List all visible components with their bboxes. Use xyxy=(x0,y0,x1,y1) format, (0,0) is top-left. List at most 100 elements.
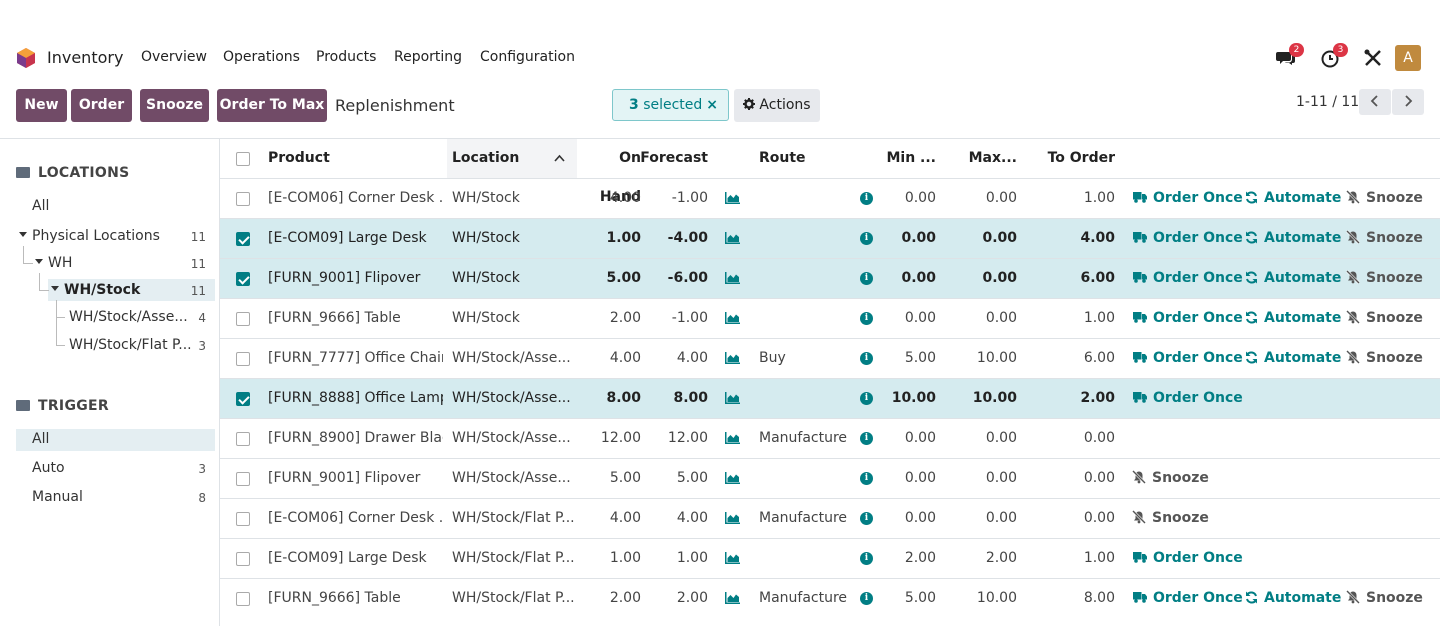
table-row[interactable]: [FURN_9666] Table WH/Stock/Flat P... 2.00 2… xyxy=(220,578,1440,618)
column-max[interactable]: Max... xyxy=(960,139,1017,178)
clear-selection-icon[interactable]: × xyxy=(706,90,718,120)
automate-button[interactable]: Automate xyxy=(1245,299,1341,338)
min-cell[interactable]: 0.00 xyxy=(880,219,936,258)
max-cell[interactable]: 0.00 xyxy=(960,459,1017,498)
table-row[interactable]: [FURN_9666] Table WH/Stock 2.00 -1.00 i 0.00 0… xyxy=(220,298,1440,338)
automate-button[interactable]: Automate xyxy=(1245,219,1341,258)
info-icon[interactable]: i xyxy=(860,512,873,525)
min-cell[interactable]: 0.00 xyxy=(880,179,936,218)
trigger-manual[interactable]: Manual xyxy=(32,489,83,505)
forecast-chart-icon[interactable] xyxy=(725,552,740,564)
order-once-button[interactable]: Order Once xyxy=(1133,179,1243,218)
to-order-cell[interactable]: 6.00 xyxy=(1040,339,1115,378)
pager-value[interactable]: 1-11 / 11 xyxy=(1296,94,1359,110)
info-icon[interactable]: i xyxy=(860,312,873,325)
order-once-button[interactable]: Order Once xyxy=(1133,339,1243,378)
snooze-row-button[interactable]: Snooze xyxy=(1132,459,1209,498)
max-cell[interactable]: 2.00 xyxy=(960,539,1017,578)
to-order-cell[interactable]: 1.00 xyxy=(1040,539,1115,578)
min-cell[interactable]: 2.00 xyxy=(880,539,936,578)
column-product[interactable]: Product xyxy=(268,139,330,178)
product-cell[interactable]: [FURN_9001] Flipover xyxy=(268,259,443,298)
forecast-chart-icon[interactable] xyxy=(725,432,740,444)
column-route[interactable]: Route xyxy=(759,139,806,178)
min-cell[interactable]: 0.00 xyxy=(880,499,936,538)
max-cell[interactable]: 0.00 xyxy=(960,179,1017,218)
location-wh[interactable]: WH xyxy=(48,255,72,271)
to-order-cell[interactable]: 0.00 xyxy=(1040,499,1115,538)
forecast-chart-icon[interactable] xyxy=(725,232,740,244)
product-cell[interactable]: [E-COM09] Large Desk xyxy=(268,539,443,578)
table-row[interactable]: [E-COM09] Large Desk WH/Stock 1.00 -4.00 i 0.… xyxy=(220,218,1440,258)
max-cell[interactable]: 0.00 xyxy=(960,499,1017,538)
max-cell[interactable]: 10.00 xyxy=(960,379,1017,418)
snooze-row-button[interactable]: Snooze xyxy=(1132,499,1209,538)
min-cell[interactable]: 5.00 xyxy=(880,579,936,618)
min-cell[interactable]: 10.00 xyxy=(880,379,936,418)
to-order-cell[interactable]: 8.00 xyxy=(1040,579,1115,618)
automate-button[interactable]: Automate xyxy=(1245,259,1341,298)
caret-down-icon[interactable] xyxy=(19,232,27,238)
max-cell[interactable]: 10.00 xyxy=(960,339,1017,378)
trigger-auto[interactable]: Auto xyxy=(32,460,65,476)
product-cell[interactable]: [FURN_8888] Office Lamp xyxy=(268,379,443,418)
order-once-button[interactable]: Order Once xyxy=(1133,379,1243,418)
actions-button[interactable]: Actions xyxy=(734,89,820,122)
forecast-chart-icon[interactable] xyxy=(725,352,740,364)
info-icon[interactable]: i xyxy=(860,552,873,565)
row-checkbox[interactable] xyxy=(236,392,250,406)
table-row[interactable]: [E-COM06] Corner Desk ... WH/Stock 4.00 -1.… xyxy=(220,178,1440,218)
product-cell[interactable]: [E-COM06] Corner Desk ... xyxy=(268,179,443,218)
order-button[interactable]: Order xyxy=(71,89,132,122)
forecast-chart-icon[interactable] xyxy=(725,312,740,324)
menu-reporting[interactable]: Reporting xyxy=(394,49,462,65)
activities-button[interactable]: 3 xyxy=(1320,43,1348,70)
row-checkbox[interactable] xyxy=(236,272,250,286)
max-cell[interactable]: 0.00 xyxy=(960,219,1017,258)
info-icon[interactable]: i xyxy=(860,592,873,605)
product-cell[interactable]: [FURN_9666] Table xyxy=(268,579,443,618)
caret-down-icon[interactable] xyxy=(51,286,59,292)
max-cell[interactable]: 0.00 xyxy=(960,419,1017,458)
table-row[interactable]: [FURN_8900] Drawer Black WH/Stock/Asse...… xyxy=(220,418,1440,458)
menu-operations[interactable]: Operations xyxy=(223,49,300,65)
max-cell[interactable]: 0.00 xyxy=(960,259,1017,298)
to-order-cell[interactable]: 2.00 xyxy=(1040,379,1115,418)
table-row[interactable]: [FURN_9001] Flipover WH/Stock 5.00 -6.00 i 0.… xyxy=(220,258,1440,298)
snooze-row-button[interactable]: Snooze xyxy=(1346,579,1423,618)
table-row[interactable]: [E-COM06] Corner Desk ... WH/Stock/Flat P… xyxy=(220,498,1440,538)
info-icon[interactable]: i xyxy=(860,472,873,485)
trigger-all[interactable]: All xyxy=(32,431,49,447)
max-cell[interactable]: 10.00 xyxy=(960,579,1017,618)
menu-products[interactable]: Products xyxy=(316,49,376,65)
location-wh-stock[interactable]: WH/Stock xyxy=(64,282,140,298)
snooze-row-button[interactable]: Snooze xyxy=(1346,339,1423,378)
pager-next-button[interactable] xyxy=(1392,89,1424,115)
row-checkbox[interactable] xyxy=(236,592,250,606)
min-cell[interactable]: 0.00 xyxy=(880,459,936,498)
table-row[interactable]: [E-COM09] Large Desk WH/Stock/Flat P... 1.… xyxy=(220,538,1440,578)
automate-button[interactable]: Automate xyxy=(1245,339,1341,378)
column-on-hand[interactable]: On Hand xyxy=(577,139,641,205)
info-icon[interactable]: i xyxy=(860,352,873,365)
product-cell[interactable]: [FURN_9001] Flipover xyxy=(268,459,443,498)
app-name[interactable]: Inventory xyxy=(47,48,123,67)
info-icon[interactable]: i xyxy=(860,432,873,445)
to-order-cell[interactable]: 1.00 xyxy=(1040,179,1115,218)
new-button[interactable]: New xyxy=(16,89,67,122)
product-cell[interactable]: [FURN_9666] Table xyxy=(268,299,443,338)
row-checkbox[interactable] xyxy=(236,312,250,326)
table-row[interactable]: [FURN_9001] Flipover WH/Stock/Asse... 5.00… xyxy=(220,458,1440,498)
row-checkbox[interactable] xyxy=(236,192,250,206)
row-checkbox[interactable] xyxy=(236,512,250,526)
to-order-cell[interactable]: 0.00 xyxy=(1040,459,1115,498)
row-checkbox[interactable] xyxy=(236,352,250,366)
row-checkbox[interactable] xyxy=(236,552,250,566)
info-icon[interactable]: i xyxy=(860,272,873,285)
debug-tools-button[interactable] xyxy=(1363,48,1385,70)
to-order-cell[interactable]: 6.00 xyxy=(1040,259,1115,298)
forecast-chart-icon[interactable] xyxy=(725,472,740,484)
forecast-chart-icon[interactable] xyxy=(725,192,740,204)
info-icon[interactable]: i xyxy=(860,392,873,405)
order-to-max-button[interactable]: Order To Max xyxy=(217,89,327,122)
